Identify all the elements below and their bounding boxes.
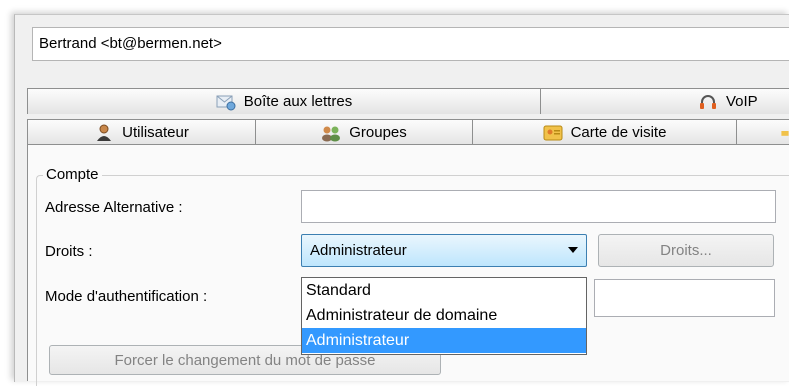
tab-user-label: Utilisateur bbox=[122, 124, 189, 141]
tab-user[interactable]: Utilisateur bbox=[27, 119, 256, 145]
auth-mode-input[interactable] bbox=[594, 279, 775, 317]
auth-mode-label: Mode d'authentification : bbox=[45, 288, 208, 305]
rights-label: Droits : bbox=[45, 243, 93, 260]
rights-selected-value: Administrateur bbox=[310, 242, 407, 259]
dropdown-option-standard[interactable]: Standard bbox=[302, 278, 586, 303]
alt-address-label: Adresse Alternative : bbox=[45, 199, 183, 216]
dropdown-option-domain-admin[interactable]: Administrateur de domaine bbox=[302, 303, 586, 328]
tab-business-card[interactable]: Carte de visite bbox=[472, 119, 737, 145]
tab-voip-label: VoIP bbox=[726, 93, 758, 110]
rights-button[interactable]: Droits... bbox=[598, 234, 774, 267]
user-title-field: Bertrand <bt@bermen.net> bbox=[32, 27, 789, 61]
alt-address-input[interactable] bbox=[301, 190, 776, 223]
chevron-down-icon[interactable] bbox=[568, 247, 578, 253]
compte-group-title: Compte bbox=[43, 166, 102, 183]
dropdown-option-admin[interactable]: Administrateur bbox=[302, 328, 586, 353]
folder-icon bbox=[781, 130, 789, 136]
tab-mailbox[interactable]: Boîte aux lettres bbox=[27, 88, 541, 114]
tab-business-card-label: Carte de visite bbox=[570, 124, 667, 141]
tab-voip[interactable]: VoIP bbox=[540, 88, 789, 114]
tab-next[interactable] bbox=[736, 119, 789, 145]
business-card-icon bbox=[543, 125, 563, 140]
mailbox-icon bbox=[216, 95, 236, 110]
user-icon bbox=[97, 124, 112, 141]
rights-select[interactable]: Administrateur bbox=[301, 234, 587, 267]
tab-mailbox-label: Boîte aux lettres bbox=[243, 93, 353, 110]
tab-groups[interactable]: Groupes bbox=[255, 119, 473, 145]
headset-icon bbox=[700, 94, 716, 109]
rights-dropdown-list: Standard Administrateur de domaine Admin… bbox=[301, 277, 587, 355]
tab-groups-label: Groupes bbox=[349, 124, 407, 141]
groups-icon bbox=[322, 126, 341, 141]
